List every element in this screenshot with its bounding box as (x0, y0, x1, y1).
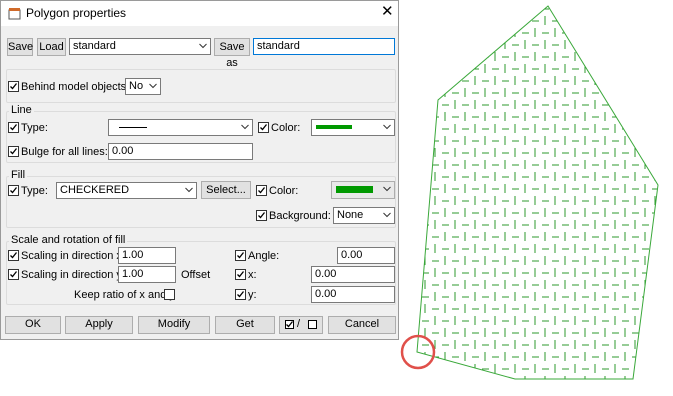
line-style-sample (119, 127, 147, 128)
scale-x-checkbox[interactable] (8, 250, 19, 261)
fill-background-label: Background: (269, 210, 331, 222)
apply-button[interactable]: Apply (65, 316, 133, 334)
angle-checkbox[interactable] (235, 250, 246, 261)
line-group-title: Line (9, 104, 34, 116)
offset-x-input[interactable]: 0.00 (311, 266, 395, 283)
window-title: Polygon properties (26, 6, 127, 20)
polygon-properties-dialog: Polygon properties ✕ Save Load standard … (0, 0, 399, 340)
scale-x-label: Scaling in direction x (21, 250, 122, 262)
offset-label: Offset (181, 269, 211, 281)
checkmark-icon (258, 212, 266, 219)
toggle-separator: / (297, 318, 301, 330)
checkmark-icon (10, 187, 18, 194)
preset-value: standard (73, 40, 116, 52)
behind-select[interactable]: No (125, 78, 161, 95)
fill-group-title: Fill (9, 169, 28, 181)
scale-y-label: Scaling in direction y (21, 269, 122, 281)
keep-ratio-label: Keep ratio of x and y (74, 289, 175, 301)
app-icon (8, 8, 21, 20)
polygon-preview (400, 5, 659, 380)
behind-checkbox[interactable] (8, 81, 19, 92)
angle-label: Angle: (248, 250, 280, 262)
keep-ratio-checkbox[interactable] (164, 289, 175, 300)
bulge-input[interactable]: 0.00 (108, 143, 253, 160)
chevron-down-icon (185, 187, 193, 193)
title-bar: Polygon properties ✕ (1, 1, 398, 26)
ok-button[interactable]: OK (5, 316, 61, 334)
chevron-down-icon (383, 186, 391, 192)
polygon-outline (416, 5, 659, 380)
offset-x-label: x: (248, 269, 257, 281)
close-icon[interactable]: ✕ (381, 4, 394, 20)
line-type-label: Type: (21, 122, 48, 134)
offset-x-checkbox[interactable] (235, 269, 246, 280)
behind-label: Behind model objects (21, 81, 127, 93)
checkmark-icon (237, 271, 245, 278)
checkmark-icon (237, 252, 245, 259)
fill-color-select[interactable] (331, 181, 395, 199)
behind-value: No (129, 80, 144, 92)
preset-select[interactable]: standard (69, 38, 211, 55)
line-color-swatch (316, 125, 352, 129)
line-color-select[interactable] (311, 119, 395, 136)
cancel-button[interactable]: Cancel (328, 316, 396, 334)
checkmark-icon (10, 124, 18, 131)
fill-type-select[interactable]: CHECKERED (56, 182, 197, 199)
line-type-checkbox[interactable] (8, 122, 19, 133)
save-as-button[interactable]: Save as (214, 38, 250, 69)
fill-select-button[interactable]: Select... (201, 181, 251, 199)
scale-y-checkbox[interactable] (8, 269, 19, 280)
fill-color-checkbox[interactable] (256, 185, 267, 196)
checkmark-icon (260, 124, 268, 131)
checkmark-icon (258, 187, 266, 194)
bulge-checkbox[interactable] (8, 146, 19, 157)
line-color-label: Color: (271, 122, 301, 134)
chevron-down-icon (149, 83, 157, 89)
offset-y-input[interactable]: 0.00 (311, 286, 395, 303)
save-button[interactable]: Save (7, 38, 33, 56)
scale-x-input[interactable]: 1.00 (118, 247, 176, 264)
chevron-down-icon (241, 124, 249, 130)
unchecked-box-icon (308, 320, 317, 329)
fill-type-checkbox[interactable] (8, 185, 19, 196)
checked-box-icon (285, 320, 294, 329)
checkmark-icon (237, 291, 245, 298)
checkered-fill-pattern (417, 6, 658, 379)
toggle-all-button[interactable]: / (279, 316, 323, 334)
line-color-checkbox[interactable] (258, 122, 269, 133)
fill-type-label: Type: (21, 185, 48, 197)
checkmark-icon (10, 83, 18, 90)
scale-group-title: Scale and rotation of fill (9, 234, 128, 246)
fill-background-checkbox[interactable] (256, 210, 267, 221)
line-type-select[interactable] (108, 119, 253, 136)
bulge-label: Bulge for all lines: (21, 146, 108, 158)
chevron-down-icon (383, 124, 391, 130)
offset-y-label: y: (248, 289, 257, 301)
fill-color-swatch (336, 186, 373, 193)
chevron-down-icon (199, 43, 207, 49)
load-button[interactable]: Load (37, 38, 66, 56)
fill-background-select[interactable]: None (333, 207, 395, 224)
get-button[interactable]: Get (215, 316, 275, 334)
modify-button[interactable]: Modify (138, 316, 210, 334)
scale-y-input[interactable]: 1.00 (118, 266, 176, 283)
angle-input[interactable]: 0.00 (337, 247, 395, 264)
checkmark-icon (10, 271, 18, 278)
checkmark-icon (10, 252, 18, 259)
chevron-down-icon (383, 212, 391, 218)
fill-color-label: Color: (269, 185, 299, 197)
checkmark-icon (10, 148, 18, 155)
save-as-name-input[interactable]: standard (253, 38, 395, 55)
fill-background-value: None (337, 209, 364, 221)
offset-y-checkbox[interactable] (235, 289, 246, 300)
fill-type-value: CHECKERED (60, 184, 130, 196)
